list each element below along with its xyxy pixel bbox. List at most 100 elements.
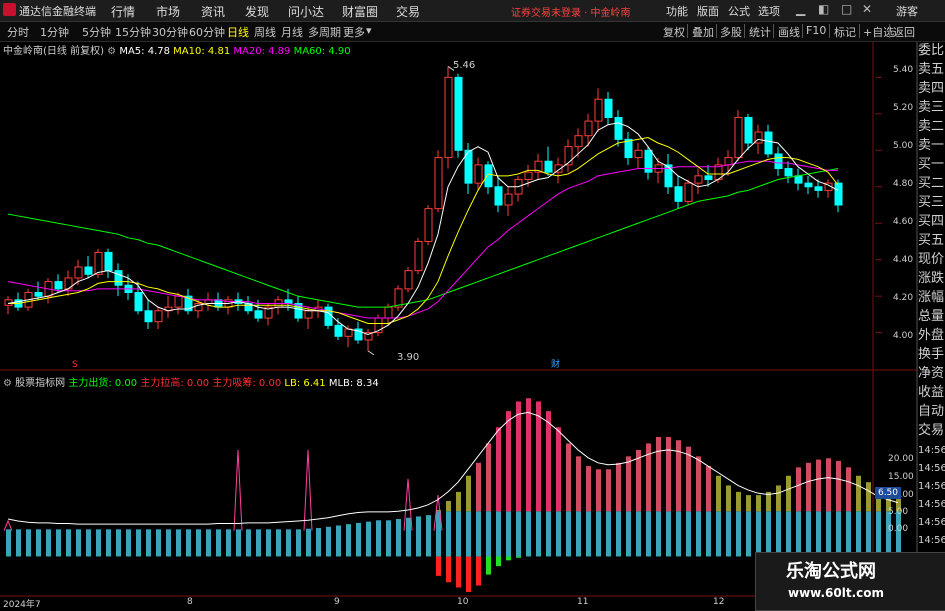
date-tick: 11 xyxy=(577,597,589,607)
lb-bar xyxy=(756,511,761,557)
lb-bar-upper xyxy=(666,436,671,512)
side-item-trade[interactable]: 交易 xyxy=(918,422,945,440)
side-item-sell3[interactable]: 卖三 xyxy=(918,99,945,117)
lb-bar-upper xyxy=(796,467,801,512)
candle-body xyxy=(704,175,713,180)
candle-body xyxy=(774,153,783,170)
neg-bar xyxy=(516,556,521,558)
lb-bar xyxy=(456,511,461,557)
lb-bar-upper xyxy=(806,462,811,512)
mlb-line xyxy=(7,411,899,525)
signal-spike xyxy=(3,519,13,531)
side-time: 14:56 xyxy=(918,481,945,492)
side-item-pct[interactable]: 涨幅 xyxy=(918,289,945,307)
lb-bar xyxy=(356,522,361,557)
lb-bar xyxy=(736,511,741,557)
lb-bar xyxy=(866,511,871,557)
lb-bar-upper xyxy=(516,401,521,512)
lb-bar xyxy=(716,511,721,557)
lb-bar xyxy=(206,529,211,557)
lb-bar xyxy=(226,529,231,557)
lb-bar xyxy=(806,511,811,557)
candle-body xyxy=(34,292,43,297)
side-item-price[interactable]: 现价 xyxy=(918,251,945,269)
side-item-earnings[interactable]: 收益 xyxy=(918,384,945,402)
candle-body xyxy=(594,98,603,122)
kline-chart[interactable]: 5.46 3.90 S 财 xyxy=(0,0,945,609)
side-item-weibi[interactable]: 委比 xyxy=(918,42,945,60)
side-item-auto[interactable]: 自动 xyxy=(918,403,945,421)
lb-bar xyxy=(236,529,241,557)
candle-body xyxy=(524,171,533,180)
lb-bar-upper xyxy=(446,500,451,512)
neg-bar xyxy=(466,556,471,592)
side-item-buy4[interactable]: 买四 xyxy=(918,213,945,231)
neg-bar xyxy=(446,556,451,583)
side-item-change[interactable]: 涨跌 xyxy=(918,270,945,288)
candle-body xyxy=(694,175,703,184)
candle-body xyxy=(684,182,693,202)
lb-bar xyxy=(416,516,421,557)
signal-spike xyxy=(303,449,313,531)
lb-bar xyxy=(96,529,101,557)
side-item-sell1[interactable]: 卖一 xyxy=(918,137,945,155)
lb-bar-upper xyxy=(456,491,461,512)
lb-bar xyxy=(66,529,71,557)
candle-body xyxy=(114,270,123,286)
lb-bar xyxy=(196,529,201,557)
candle-body xyxy=(334,324,343,337)
candle-body xyxy=(804,182,813,188)
candle-body xyxy=(674,186,683,202)
lb-bar xyxy=(466,511,471,557)
lb-bar xyxy=(136,529,141,557)
side-item-turnover[interactable]: 换手 xyxy=(918,346,945,364)
side-item-volume[interactable]: 总量 xyxy=(918,308,945,326)
candle-body xyxy=(494,186,503,206)
lb-bar xyxy=(216,529,221,557)
side-time: 14:56 xyxy=(918,463,945,474)
candle-body xyxy=(634,149,643,159)
side-item-sell2[interactable]: 卖二 xyxy=(918,118,945,136)
lb-bar-upper xyxy=(706,466,711,512)
neg-bar xyxy=(486,556,491,575)
lb-bar xyxy=(116,529,121,557)
lb-bar xyxy=(36,529,41,557)
lb-bar-upper xyxy=(846,467,851,512)
lb-bar xyxy=(496,511,501,557)
side-item-outer[interactable]: 外盘 xyxy=(918,327,945,345)
neg-bar xyxy=(436,556,441,576)
price-tick: 5.00 xyxy=(893,141,914,151)
lb-bar-upper xyxy=(696,456,701,512)
lb-bar xyxy=(26,529,31,557)
side-item-netasset[interactable]: 净资 xyxy=(918,365,945,383)
watermark-title: 乐淘公式网 xyxy=(786,561,876,582)
side-item-buy3[interactable]: 买三 xyxy=(918,194,945,212)
lb-bar xyxy=(166,529,171,557)
lb-bar-upper xyxy=(786,475,791,512)
lb-bar-upper xyxy=(716,475,721,512)
side-item-buy2[interactable]: 买二 xyxy=(918,175,945,193)
lb-bar xyxy=(76,529,81,557)
date-tick: 2024年7 xyxy=(3,600,41,610)
candle-body xyxy=(54,281,63,290)
indicator-tick: 0.00 xyxy=(888,524,909,534)
indicator-tick: 5.00 xyxy=(888,507,909,517)
side-item-sell5[interactable]: 卖五 xyxy=(918,61,945,79)
side-item-buy1[interactable]: 买一 xyxy=(918,156,945,174)
candle-body xyxy=(734,116,743,159)
lb-bar xyxy=(826,511,831,557)
lb-bar xyxy=(486,511,491,557)
candle-body xyxy=(744,116,753,144)
lb-bar xyxy=(286,529,291,557)
candle-body xyxy=(504,193,513,206)
candle-body xyxy=(584,120,593,137)
neg-bar xyxy=(506,556,511,561)
side-item-sell4[interactable]: 卖四 xyxy=(918,80,945,98)
candle-body xyxy=(444,76,453,159)
candle-body xyxy=(254,310,263,319)
lb-bar-upper xyxy=(776,485,781,512)
candle-body xyxy=(174,295,183,308)
side-item-buy5[interactable]: 买五 xyxy=(918,232,945,250)
lb-bar-upper xyxy=(476,462,481,512)
lb-bar xyxy=(156,529,161,557)
